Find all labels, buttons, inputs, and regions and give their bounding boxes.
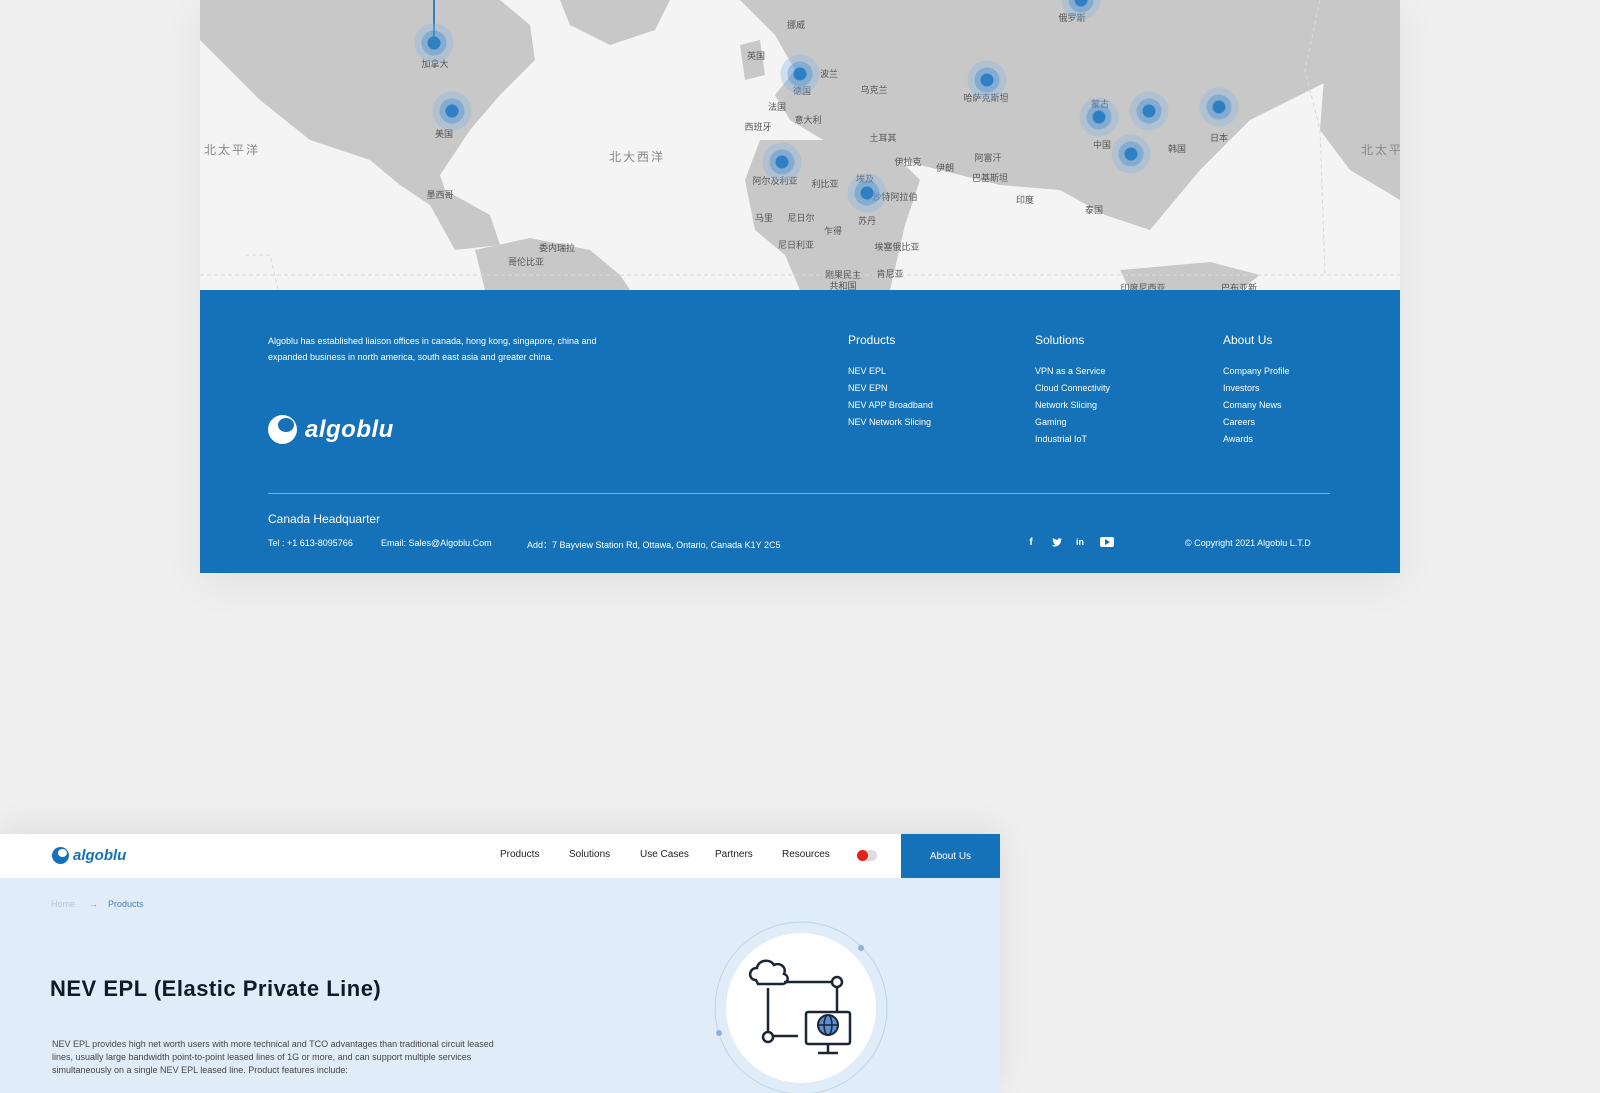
map-label-spain: 西班牙 [744, 123, 772, 133]
map-pin-canada[interactable] [414, 23, 454, 63]
footer-link-nev-epl[interactable]: NEV EPL [848, 363, 933, 380]
site-footer-preview: 加拿大 美国 墨西哥 委内瑞拉 哥伦比亚 挪威 俄罗斯 英国 德国 波兰 乌克兰… [200, 0, 1400, 573]
footer-column-title: Products [848, 333, 896, 347]
network-illustration-icon [714, 921, 888, 1093]
map-label-mexico: 墨西哥 [426, 191, 454, 201]
map-pin-japan[interactable] [1199, 87, 1239, 127]
map-pin-kazakhstan[interactable] [967, 60, 1007, 100]
footer-link-company-profile[interactable]: Company Profile [1223, 363, 1290, 380]
map-label-thailand: 泰国 [1084, 206, 1104, 216]
top-navbar: algoblu Products Solutions Use Cases Par… [0, 834, 1000, 878]
map-label-niger: 尼日尔 [787, 214, 815, 224]
map-label-afghanistan: 阿富汗 [974, 154, 1002, 164]
map-label-png: 巴布亚新 [1220, 284, 1258, 290]
map-label-north-pacific: 北太平洋 [204, 143, 261, 157]
footer-column-title: About Us [1223, 333, 1273, 347]
footer-link-investors[interactable]: Investors [1223, 380, 1290, 397]
algoblu-logo-icon [268, 415, 297, 444]
nav-logo-text: algoblu [73, 847, 127, 864]
map-label-ethiopia: 埃塞俄比亚 [874, 243, 920, 253]
footer-logo[interactable]: algoblu [268, 415, 394, 444]
map-label-iran: 伊朗 [935, 164, 955, 174]
breadcrumb-home[interactable]: Home [51, 899, 75, 909]
map-pin-germany[interactable] [780, 54, 820, 94]
map-label-kenya: 肯尼亚 [876, 270, 904, 280]
map-pin-china[interactable] [1111, 134, 1151, 174]
map-label-chad: 乍得 [823, 227, 843, 237]
map-label-north-pacific-east: 北太平 [1361, 143, 1400, 157]
footer-link-gaming[interactable]: Gaming [1035, 414, 1110, 431]
map-label-sudan: 苏丹 [857, 217, 877, 227]
map-label-drc-2: 共和国 [829, 282, 857, 290]
map-label-turkey: 土耳其 [869, 134, 897, 144]
footer-column-title: Solutions [1035, 333, 1085, 347]
footer-email[interactable]: Email: Sales@Algoblu.Com [381, 538, 492, 548]
footer-column-solutions: Solutions VPN as a Service Cloud Connect… [1035, 333, 1110, 448]
footer-tel: Tel : +1 613-8095766 [268, 538, 353, 548]
breadcrumb-current: Products [108, 899, 144, 909]
nav-item-resources[interactable]: Resources [782, 849, 830, 860]
footer-column-about: About Us Company Profile Investors Coman… [1223, 333, 1290, 448]
about-us-button[interactable]: About Us [901, 834, 1000, 878]
nav-item-use-cases[interactable]: Use Cases [640, 849, 689, 860]
map-label-venezuela: 委内瑞拉 [538, 244, 576, 254]
youtube-icon[interactable] [1099, 535, 1115, 549]
nav-item-products[interactable]: Products [500, 849, 539, 860]
footer-link-nev-network-slicing[interactable]: NEV Network Slicing [848, 414, 933, 431]
facebook-icon[interactable]: f [1026, 535, 1036, 549]
map-label-nigeria: 尼日利亚 [777, 241, 815, 251]
footer-link-company-news[interactable]: Comany News [1223, 397, 1290, 414]
footer-link-careers[interactable]: Careers [1223, 414, 1290, 431]
arrow-right-icon: → [89, 899, 98, 909]
nav-item-partners[interactable]: Partners [715, 849, 753, 860]
nav-item-solutions[interactable]: Solutions [569, 849, 610, 860]
map-pin-china-north[interactable] [1129, 91, 1169, 131]
map-label-italy: 意大利 [794, 116, 822, 126]
footer-divider [268, 493, 1330, 494]
nav-logo[interactable]: algoblu [52, 847, 126, 864]
footer-link-cloud-connectivity[interactable]: Cloud Connectivity [1035, 380, 1110, 397]
map-label-colombia: 哥伦比亚 [507, 258, 545, 268]
footer-link-awards[interactable]: Awards [1223, 431, 1290, 448]
map-label-ukraine: 乌克兰 [860, 86, 888, 96]
footer-link-nev-app-broadband[interactable]: NEV APP Broadband [848, 397, 933, 414]
map-label-north-atlantic: 北大西洋 [609, 150, 666, 164]
map-label-norway: 挪威 [786, 21, 806, 31]
map-label-pakistan: 巴基斯坦 [971, 174, 1009, 184]
footer-address: Add：7 Bayview Station Rd, Ottawa, Ontari… [527, 540, 781, 550]
footer: Algoblu has established liaison offices … [200, 290, 1400, 573]
language-toggle[interactable] [857, 850, 877, 861]
page-title: NEV EPL (Elastic Private Line) [50, 976, 382, 1001]
footer-link-network-slicing[interactable]: Network Slicing [1035, 397, 1110, 414]
footer-link-vpn-as-a-service[interactable]: VPN as a Service [1035, 363, 1110, 380]
footer-logo-text: algoblu [305, 415, 394, 443]
twitter-icon[interactable] [1050, 535, 1062, 549]
map-pin-algeria[interactable] [762, 142, 802, 182]
map-label-iraq: 伊拉克 [894, 158, 922, 168]
map-label-mali: 马里 [754, 214, 774, 224]
map-label-indonesia: 印度尼西亚 [1120, 284, 1166, 290]
footer-column-products: Products NEV EPL NEV EPN NEV APP Broadba… [848, 333, 933, 431]
footer-about-text: Algoblu has established liaison offices … [268, 336, 597, 362]
algoblu-logo-icon [52, 847, 69, 864]
hq-title: Canada Headquarter [268, 512, 381, 526]
map-pin-egypt[interactable] [847, 173, 887, 213]
product-description: NEV EPL provides high net worth users wi… [52, 1039, 494, 1075]
map-label-libya: 利比亚 [811, 180, 839, 190]
map-label-poland: 波兰 [819, 70, 839, 80]
copyright: © Copyright 2021 Algoblu L.T.D [1185, 538, 1311, 548]
world-map: 加拿大 美国 墨西哥 委内瑞拉 哥伦比亚 挪威 俄罗斯 英国 德国 波兰 乌克兰… [200, 0, 1400, 290]
footer-link-nev-epn[interactable]: NEV EPN [848, 380, 933, 397]
footer-link-industrial-iot[interactable]: Industrial IoT [1035, 431, 1110, 448]
map-label-korea: 韩国 [1167, 145, 1187, 155]
map-label-india: 印度 [1015, 196, 1035, 206]
map-pin-mongolia[interactable] [1079, 97, 1119, 137]
map-label-uk: 英国 [746, 52, 766, 62]
map-label-japan: 日本 [1209, 134, 1229, 144]
map-label-china: 中国 [1092, 141, 1112, 151]
map-label-france: 法国 [767, 103, 787, 113]
product-page-preview: algoblu Products Solutions Use Cases Par… [0, 834, 1000, 1093]
linkedin-icon[interactable]: in [1073, 535, 1087, 549]
map-pin-usa[interactable] [432, 91, 472, 131]
